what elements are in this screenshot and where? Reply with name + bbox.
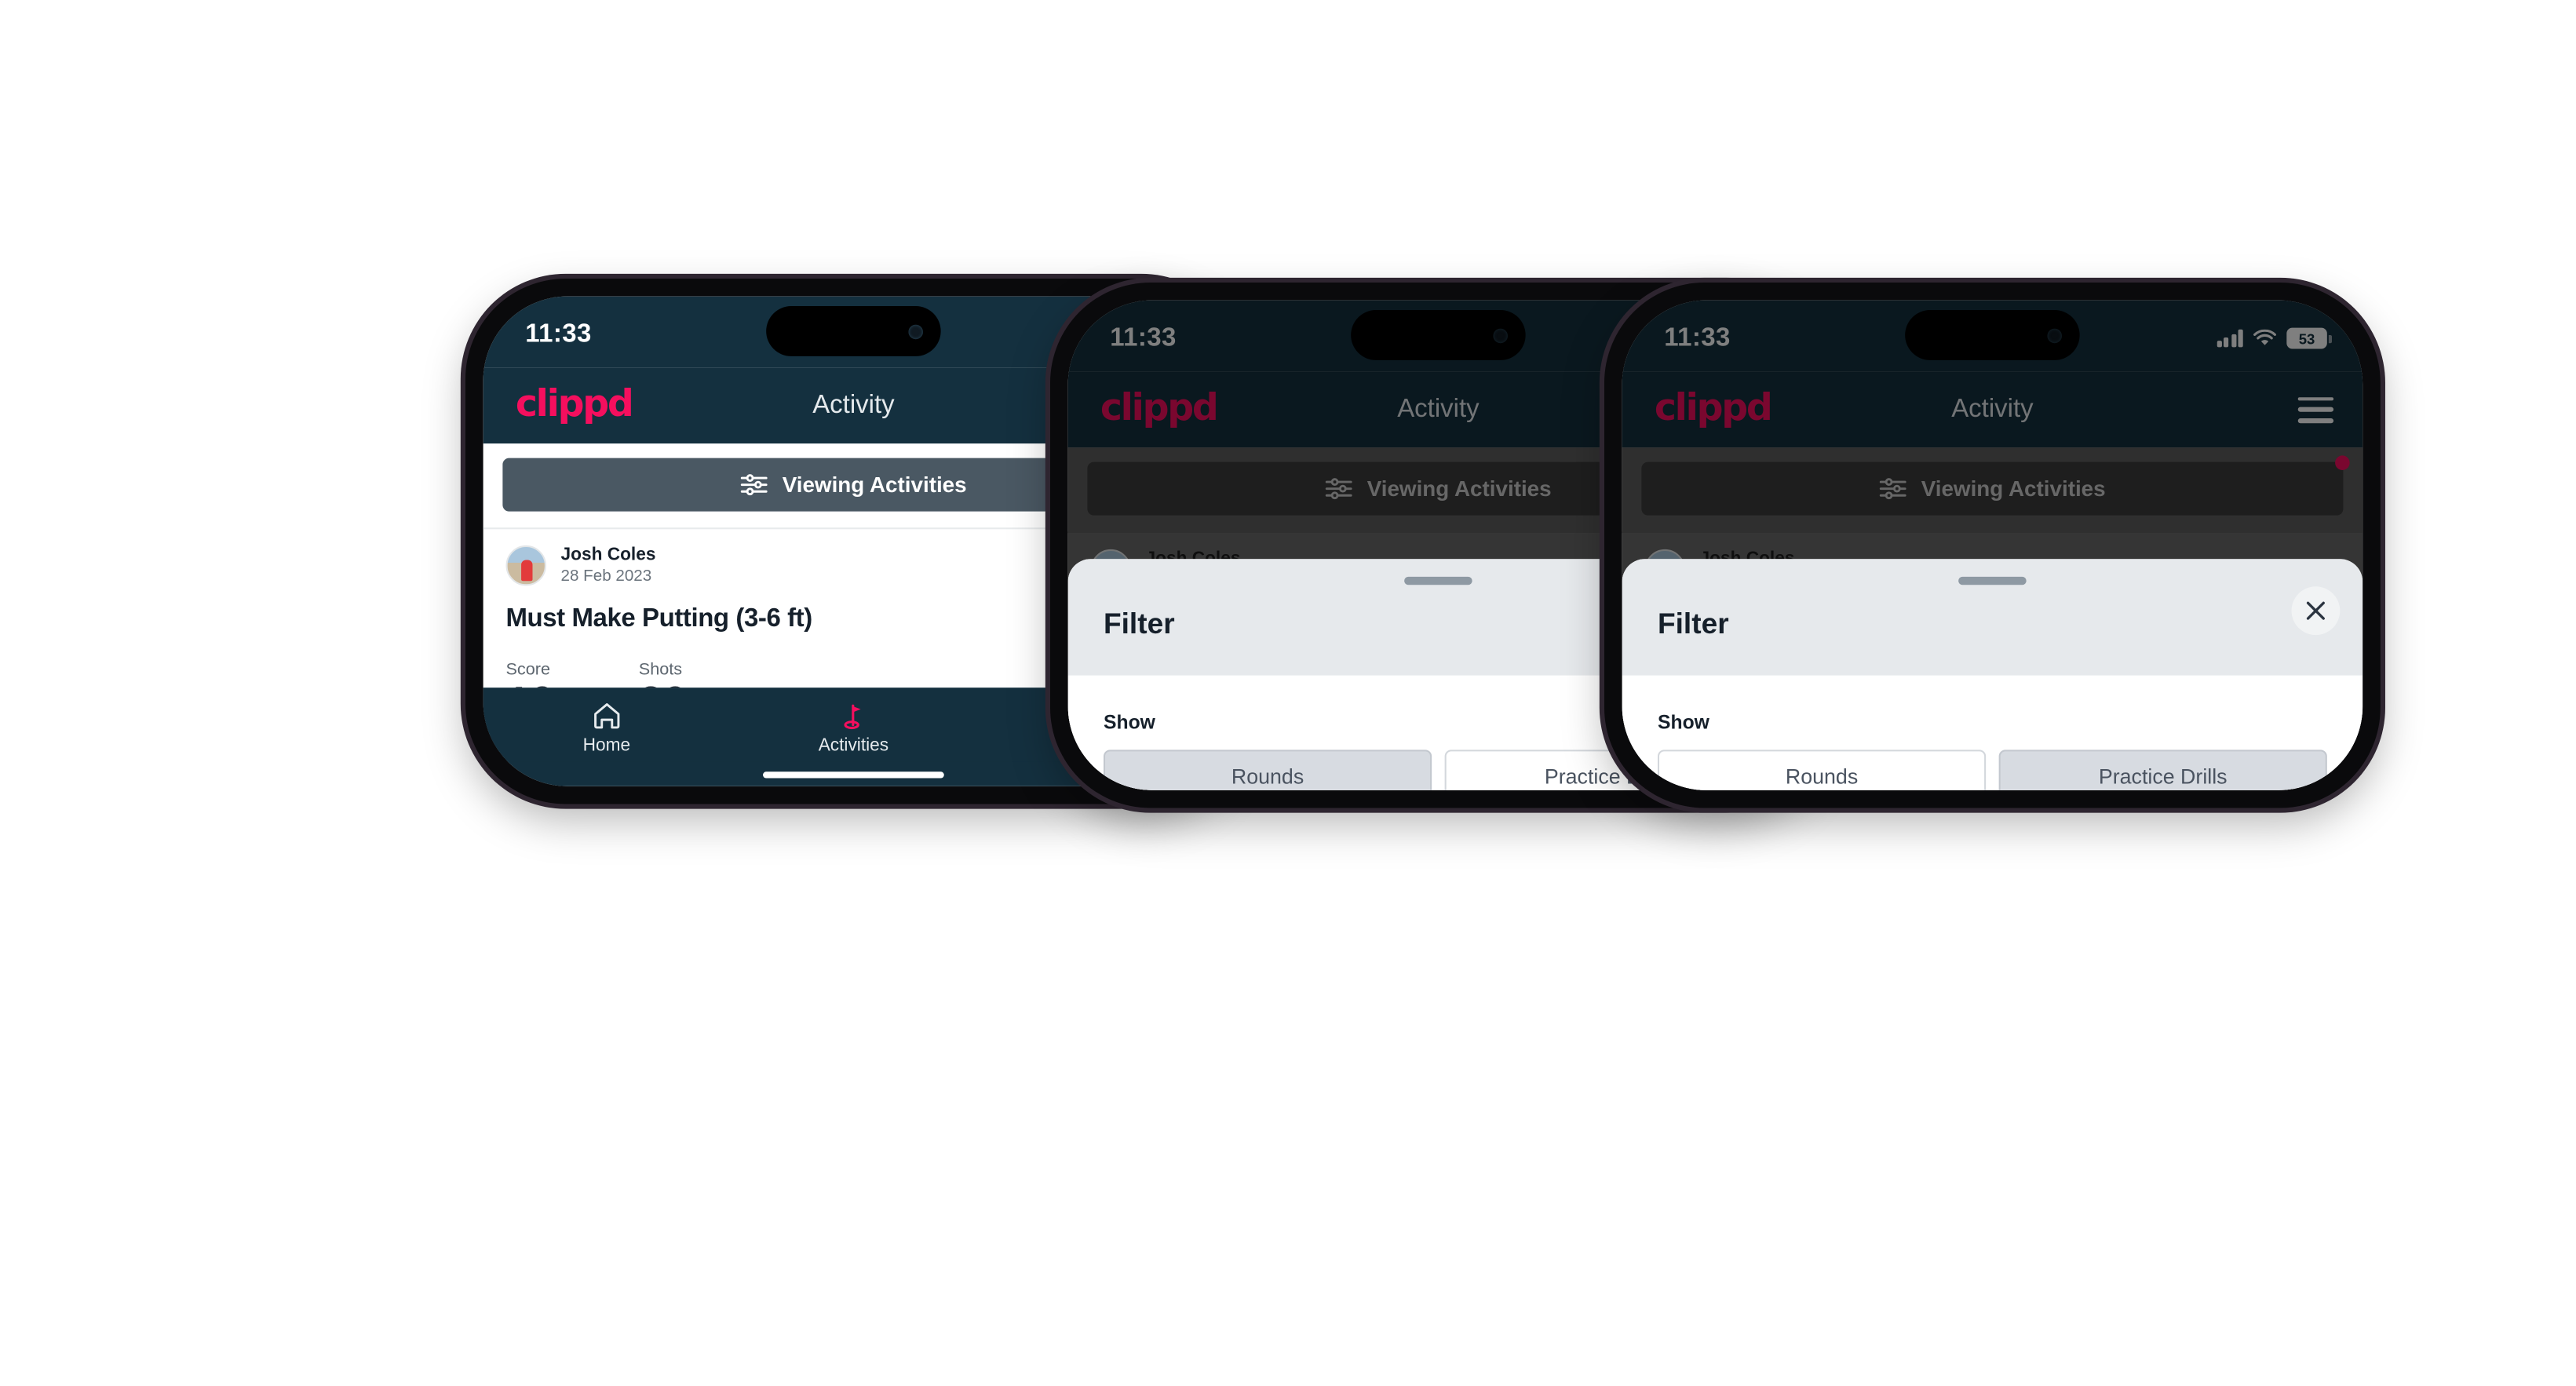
- golf-flag-icon: [838, 701, 869, 731]
- show-option-rounds[interactable]: Rounds: [1657, 750, 1987, 790]
- author-block: Josh Coles 28 Feb 2023: [561, 545, 656, 586]
- shots-value: 20: [639, 680, 688, 688]
- avatar: [505, 545, 546, 586]
- author-name: Josh Coles: [560, 545, 656, 565]
- drag-handle[interactable]: [1404, 576, 1472, 585]
- status-bar-time: 11:33: [525, 319, 592, 348]
- dynamic-island: [766, 306, 941, 356]
- shots-stat: Shots20: [639, 660, 739, 688]
- filter-sliders-icon: [740, 472, 768, 497]
- filter-sheet-title: Filter: [1657, 607, 1729, 640]
- nav-item-label: Home: [582, 735, 631, 756]
- show-option-practice-drills[interactable]: Practice Drills: [1998, 750, 2327, 790]
- nav-item-home[interactable]: Home: [483, 701, 731, 756]
- sheet-body: Show Rounds Practice DrillsPractice Drills…: [1622, 675, 2363, 790]
- screenshot-canvas: 11:3353clippdActivityViewing ActivitiesJ…: [0, 0, 2576, 1386]
- score-value: 10: [506, 680, 555, 688]
- score-label: Score: [505, 660, 551, 680]
- show-option-rounds[interactable]: Rounds: [1103, 750, 1432, 790]
- nav-item-label: Activities: [818, 735, 889, 756]
- home-indicator: [763, 771, 944, 779]
- phone-screen: 11:3353clippdActivityViewing ActivitiesJ…: [1622, 300, 2363, 790]
- viewing-activities-label: Viewing Activities: [782, 472, 967, 498]
- close-x-icon[interactable]: [2291, 586, 2341, 636]
- front-camera-icon: [908, 323, 923, 339]
- drag-handle[interactable]: [1958, 576, 2027, 585]
- show-options-row: Rounds Practice Drills: [1657, 750, 2327, 790]
- sheet-header: Filter: [1622, 559, 2363, 676]
- shots-label: Shots: [638, 660, 683, 680]
- nav-item-activities[interactable]: Activities: [730, 701, 977, 756]
- phone-mockup-filter-drills: 11:3353clippdActivityViewing ActivitiesJ…: [1604, 283, 2381, 808]
- filter-sheet: Filter Show Rounds Practice DrillsPractice …: [1622, 559, 2363, 790]
- activity-date: 28 Feb 2023: [560, 567, 652, 585]
- show-group-label: Show: [1657, 710, 1709, 734]
- clippd-logo: clippd: [515, 383, 634, 426]
- home-icon: [591, 701, 622, 731]
- score-stat: Score10OUT OF: [506, 660, 639, 688]
